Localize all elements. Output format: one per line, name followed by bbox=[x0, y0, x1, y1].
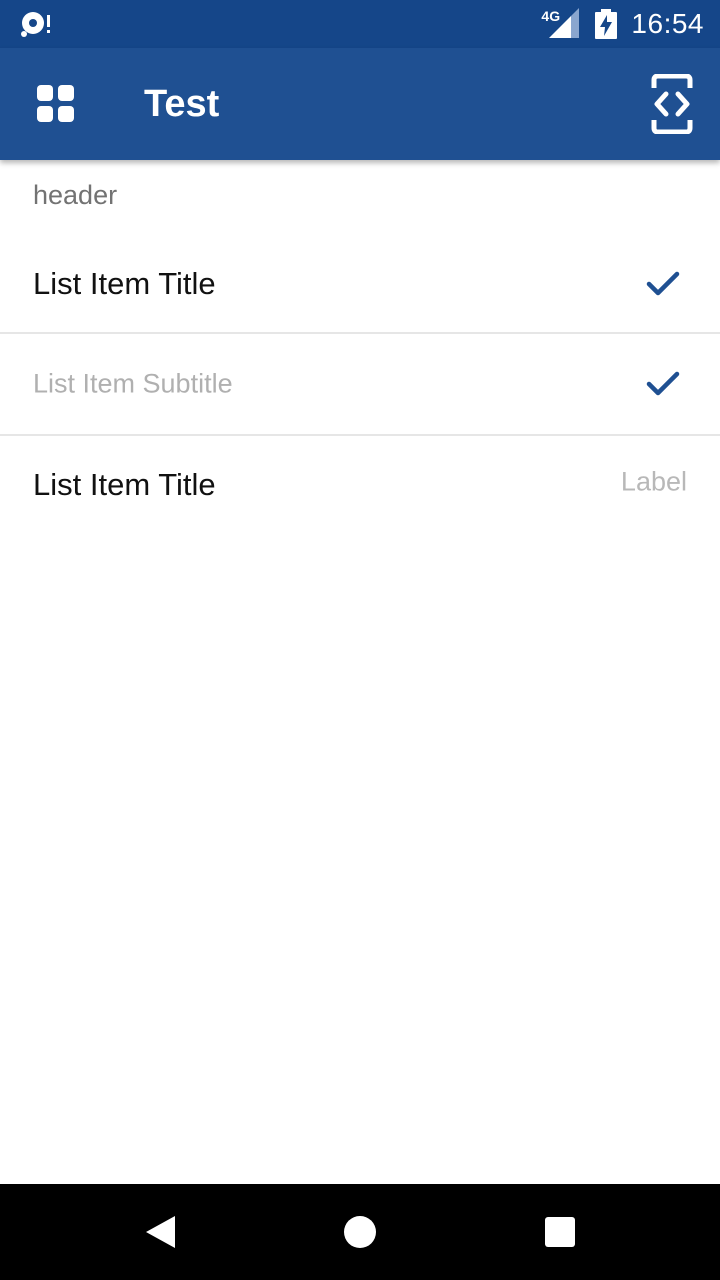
developer-button[interactable] bbox=[644, 70, 700, 138]
network-indicator: 4G bbox=[541, 8, 581, 40]
list-item[interactable]: List Item Title Label bbox=[0, 436, 720, 534]
clock: 16:54 bbox=[631, 8, 704, 39]
home-icon bbox=[344, 1216, 376, 1248]
list-header: header bbox=[33, 180, 118, 210]
page-title: Test bbox=[144, 83, 220, 125]
grid-icon bbox=[37, 85, 74, 122]
sync-alert-icon bbox=[21, 12, 50, 37]
recents-icon bbox=[545, 1217, 575, 1247]
battery-charging-icon bbox=[595, 9, 618, 39]
list-item-label: Label bbox=[620, 466, 687, 497]
signal-icon bbox=[549, 8, 580, 38]
code-device-icon bbox=[651, 74, 693, 134]
list-item[interactable]: List Item Subtitle bbox=[0, 334, 720, 436]
list-item-subtitle: List Item Subtitle bbox=[33, 368, 233, 399]
list-item[interactable]: List Item Title bbox=[0, 236, 720, 334]
list-item-title: List Item Title bbox=[33, 266, 216, 301]
navigation-bar bbox=[0, 1184, 720, 1280]
home-button[interactable] bbox=[336, 1208, 384, 1256]
back-button[interactable] bbox=[136, 1208, 184, 1256]
check-icon bbox=[646, 371, 680, 396]
recents-button[interactable] bbox=[536, 1208, 584, 1256]
back-icon bbox=[146, 1216, 175, 1248]
app-bar: Test bbox=[0, 48, 720, 160]
list-item-title: List Item Title bbox=[33, 467, 216, 502]
status-bar: 4G 16:54 bbox=[0, 0, 720, 48]
check-icon bbox=[646, 271, 680, 296]
apps-menu-button[interactable] bbox=[28, 76, 84, 132]
list: header List Item Title List Item Subtitl… bbox=[0, 160, 720, 534]
